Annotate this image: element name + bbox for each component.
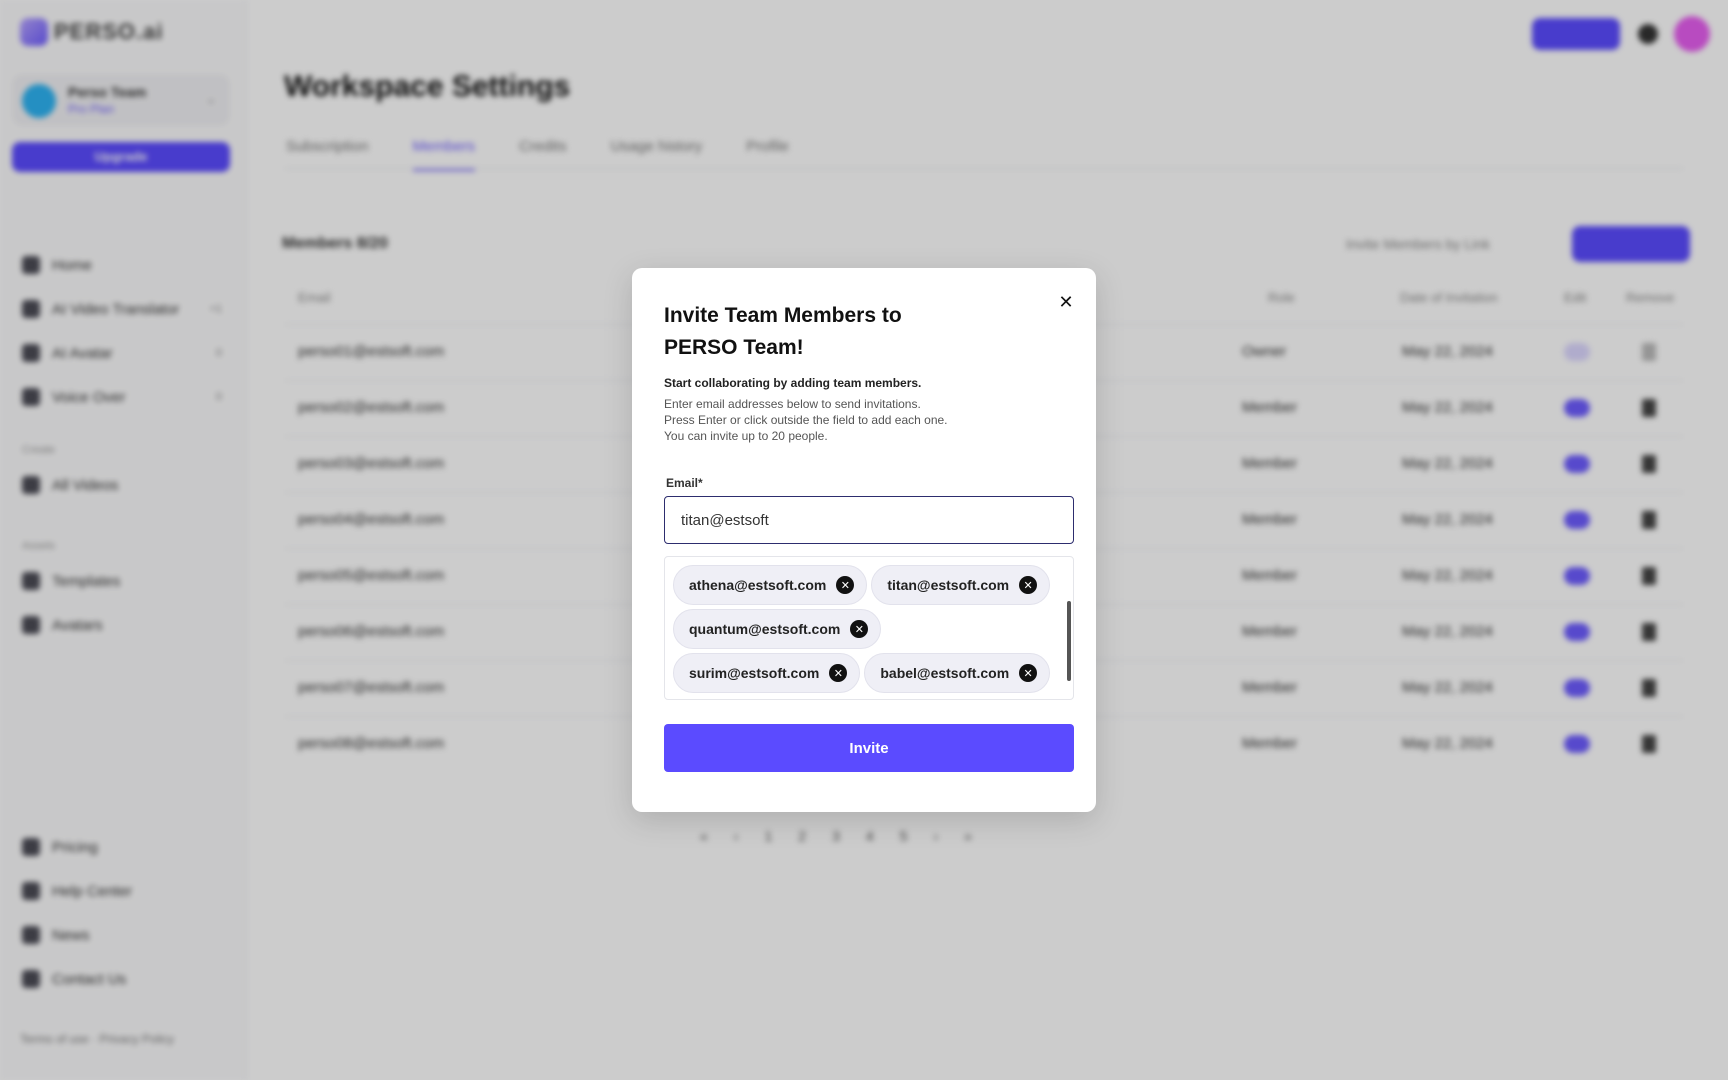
email-chip-label: athena@estsoft.com	[689, 577, 827, 593]
remove-chip-icon[interactable]: ✕	[829, 664, 848, 682]
email-chip: titan@estsoft.com ✕	[871, 565, 1051, 605]
remove-chip-icon[interactable]: ✕	[1019, 576, 1038, 594]
invite-button[interactable]: Invite	[664, 724, 1074, 772]
email-chip-list: athena@estsoft.com ✕ titan@estsoft.com ✕…	[673, 565, 1063, 693]
modal-description-line: Press Enter or click outside the field t…	[664, 413, 948, 427]
email-input[interactable]	[664, 496, 1074, 544]
invited-emails-box: athena@estsoft.com ✕ titan@estsoft.com ✕…	[664, 556, 1074, 700]
remove-chip-icon[interactable]: ✕	[850, 620, 869, 638]
email-chip: babel@estsoft.com ✕	[864, 653, 1051, 693]
close-icon[interactable]: ✕	[1054, 290, 1078, 314]
email-chip-label: surim@estsoft.com	[689, 665, 820, 681]
modal-description: Enter email addresses below to send invi…	[664, 396, 1074, 444]
email-chip: athena@estsoft.com ✕	[673, 565, 868, 605]
invite-modal: ✕ Invite Team Members to PERSO Team! Sta…	[632, 268, 1096, 812]
email-chip-label: quantum@estsoft.com	[689, 621, 841, 637]
modal-description-line: Enter email addresses below to send invi…	[664, 397, 921, 411]
modal-description-line: You can invite up to 20 people.	[664, 429, 828, 443]
remove-chip-icon[interactable]: ✕	[836, 576, 855, 594]
email-label: Email*	[666, 476, 703, 490]
modal-description-lead: Start collaborating by adding team membe…	[664, 376, 922, 390]
email-chip: quantum@estsoft.com ✕	[673, 609, 882, 649]
modal-title: Invite Team Members to PERSO Team!	[664, 304, 902, 359]
email-chip-label: titan@estsoft.com	[887, 577, 1010, 593]
chips-scrollbar[interactable]	[1067, 601, 1071, 681]
email-chip: surim@estsoft.com ✕	[673, 653, 861, 693]
email-chip-label: babel@estsoft.com	[880, 665, 1010, 681]
remove-chip-icon[interactable]: ✕	[1019, 664, 1038, 682]
